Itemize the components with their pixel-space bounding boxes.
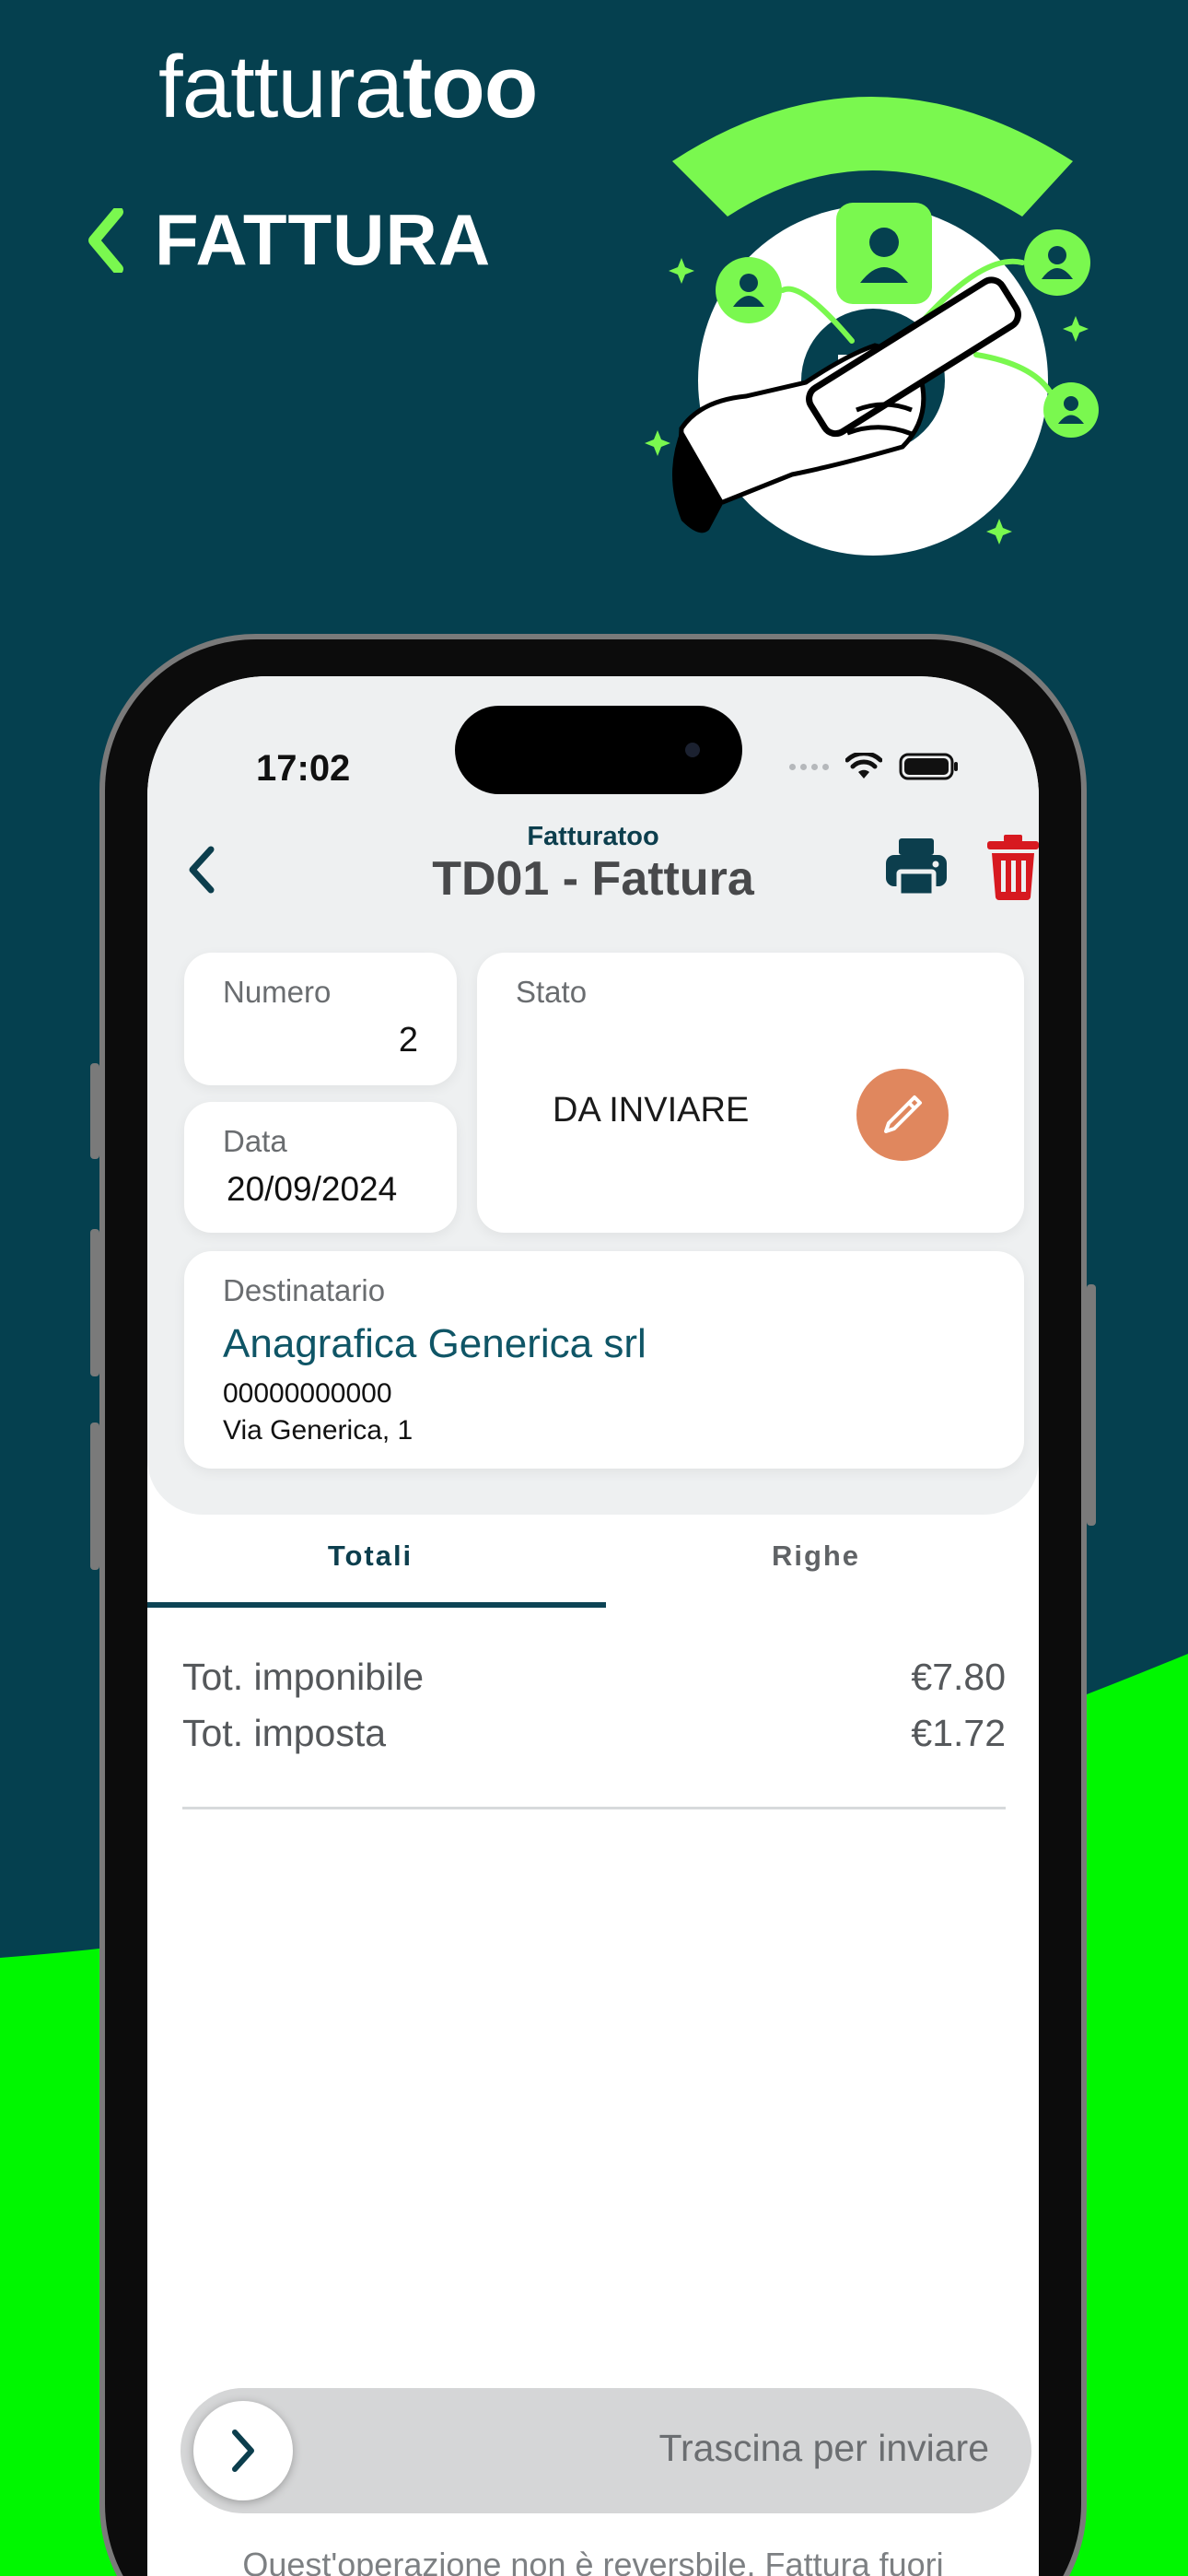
invoice-date-card: Data 20/09/2024	[184, 1102, 457, 1233]
phone-action-button	[90, 1063, 99, 1159]
divider	[182, 1807, 1006, 1809]
invoice-number-label: Numero	[223, 975, 332, 1009]
phone-volume-down-button	[90, 1423, 99, 1570]
pencil-icon	[884, 1095, 922, 1133]
invoice-date-label: Data	[223, 1124, 287, 1158]
total-value: €1.72	[911, 1712, 1006, 1754]
recipient-vat: 00000000000	[223, 1378, 392, 1409]
recipient-name: Anagrafica Generica srl	[223, 1321, 646, 1366]
battery-icon	[899, 753, 958, 780]
slider-knob[interactable]	[193, 2401, 293, 2500]
total-row-imposta: Tot. imposta €1.72	[182, 1712, 1006, 1755]
hand-phone-illustration	[645, 97, 1099, 556]
invoice-status-value: DA INVIARE	[553, 1091, 750, 1130]
invoice-date-value: 20/09/2024	[227, 1170, 398, 1208]
tab-bar: Totali Righe	[147, 1524, 1039, 1612]
dynamic-island	[455, 706, 742, 794]
edit-status-button[interactable]	[856, 1069, 949, 1161]
brand-logo: fatturatoo	[158, 38, 538, 136]
trash-icon[interactable]	[985, 833, 1039, 901]
chevron-right-icon	[232, 2430, 254, 2472]
total-value: €7.80	[911, 1656, 1006, 1698]
total-label: Tot. imposta	[182, 1712, 387, 1754]
warning-note: Quest'operazione non è reversbile. Fattu…	[242, 2546, 944, 2576]
total-label: Tot. imponibile	[182, 1656, 425, 1698]
tab-righe[interactable]: Righe	[593, 1524, 1039, 1612]
recipient-label: Destinatario	[223, 1273, 386, 1307]
phone-frame: 17:02 Fatturatoo TD01 - Fattura Numero 2…	[90, 634, 1096, 2576]
invoice-status-label: Stato	[516, 975, 588, 1009]
swipe-to-send-slider[interactable]: Trascina per inviare	[181, 2388, 1031, 2513]
recipient-address: Via Generica, 1	[223, 1415, 413, 1446]
phone-volume-up-button	[90, 1229, 99, 1376]
invoice-number-value: 2	[398, 1021, 418, 1060]
invoice-status-card: Stato DA INVIARE	[477, 953, 1024, 1233]
promo-title: FATTURA	[87, 198, 491, 282]
status-icons	[789, 752, 960, 781]
chevron-left-icon	[88, 207, 123, 273]
signal-dots-icon	[789, 763, 829, 770]
active-tab-indicator	[147, 1602, 606, 1608]
phone-power-button	[1087, 1284, 1096, 1526]
slider-label: Trascina per inviare	[658, 2427, 989, 2469]
wifi-icon	[845, 753, 882, 779]
recipient-card[interactable]: Destinatario Anagrafica Generica srl 000…	[184, 1251, 1024, 1469]
status-time: 17:02	[256, 748, 351, 789]
invoice-number-card: Numero 2	[184, 953, 457, 1085]
total-row-imponibile: Tot. imponibile €7.80	[182, 1656, 1006, 1699]
tab-totali[interactable]: Totali	[147, 1524, 593, 1612]
app-screen: 17:02 Fatturatoo TD01 - Fattura Numero 2…	[147, 676, 1039, 2576]
print-icon[interactable]	[884, 835, 949, 899]
